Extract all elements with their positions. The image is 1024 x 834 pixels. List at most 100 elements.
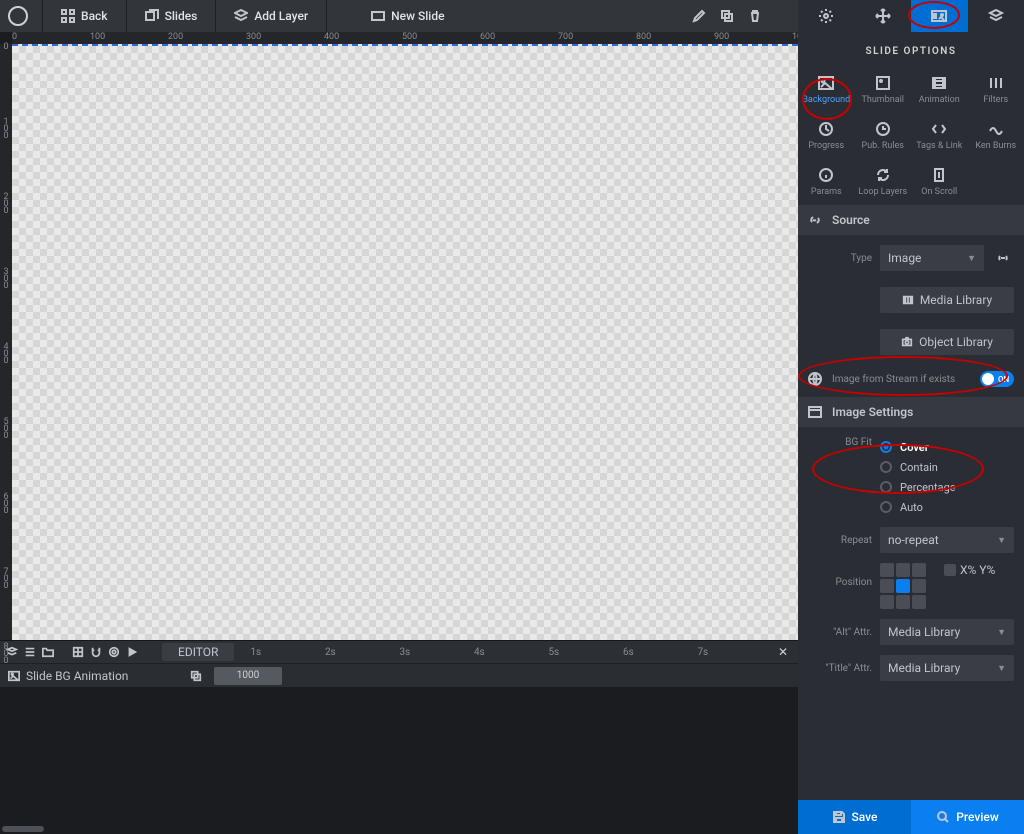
slide-icon <box>371 9 385 23</box>
grid-icon <box>61 9 75 23</box>
list-icon[interactable] <box>24 646 36 658</box>
bgfit-label: BG Fit <box>808 437 872 448</box>
opt-animation[interactable]: Animation <box>911 67 968 113</box>
magnet-icon[interactable] <box>90 646 102 658</box>
edit-icon[interactable] <box>692 9 706 23</box>
gear-icon <box>818 8 834 24</box>
grid-small-icon[interactable] <box>72 646 84 658</box>
opt-progress[interactable]: Progress <box>798 113 855 159</box>
bgfit-cover[interactable]: Cover <box>880 437 1014 457</box>
panel-title: SLIDE OPTIONS <box>798 32 1024 67</box>
thumbnail-icon <box>875 75 891 91</box>
opt-loop-layers[interactable]: Loop Layers <box>855 159 912 205</box>
opt-on-scroll[interactable]: On Scroll <box>911 159 968 205</box>
title-attr-label: "Title" Attr. <box>808 663 872 674</box>
new-slide-button[interactable]: New Slide <box>367 9 448 23</box>
search-icon <box>936 810 950 824</box>
editor-label[interactable]: EDITOR <box>162 643 234 661</box>
right-panel: SLIDE OPTIONS Background Thumbnail Anima… <box>798 32 1024 834</box>
chain-icon[interactable] <box>992 251 1014 265</box>
time-ruler: 1s2s3s4s5s6s7s <box>240 647 772 658</box>
layer-row[interactable]: Slide BG Animation 1000 <box>0 663 798 687</box>
opt-thumbnail[interactable]: Thumbnail <box>855 67 912 113</box>
sliders-icon <box>988 75 1004 91</box>
stream-label: Image from Stream if exists <box>832 374 955 385</box>
ruler-horizontal: 01002003004005006007008009001000 <box>12 32 798 44</box>
bgfit-contain[interactable]: Contain <box>880 457 1014 477</box>
layer-name: Slide BG Animation <box>26 669 128 683</box>
layer-image-icon <box>8 670 20 682</box>
image-settings-header[interactable]: Image Settings <box>798 397 1024 427</box>
opt-filters[interactable]: Filters <box>968 67 1024 113</box>
bgfit-auto[interactable]: Auto <box>880 497 1014 517</box>
animation-bar[interactable]: 1000 <box>214 667 282 685</box>
canvas-wrap: 01002003004005006007008009001000 0100200… <box>0 32 798 640</box>
library-icon <box>902 294 914 306</box>
opt-background[interactable]: Background <box>798 67 855 113</box>
alt-label: "Alt" Attr. <box>808 627 872 638</box>
folder-icon[interactable] <box>42 646 54 658</box>
image-settings-body: BG Fit Cover Contain Percentage Auto Rep… <box>798 427 1024 691</box>
image-settings-icon <box>808 405 822 419</box>
back-button[interactable]: Back <box>57 9 112 23</box>
type-select[interactable]: Image▼ <box>880 245 984 271</box>
repeat-select[interactable]: no-repeat▼ <box>880 527 1014 553</box>
image-slide-icon <box>931 8 947 24</box>
layers-icon <box>988 8 1004 24</box>
play-icon[interactable] <box>126 646 138 658</box>
close-timeline-icon[interactable]: ✕ <box>778 645 788 659</box>
wordpress-logo-icon[interactable] <box>8 6 28 26</box>
opt-tags-link[interactable]: Tags & Link <box>911 113 968 159</box>
move-icon <box>875 8 891 24</box>
preview-button[interactable]: Preview <box>911 800 1024 834</box>
add-layer-button[interactable]: Add Layer <box>230 9 312 23</box>
loop-icon <box>875 167 891 183</box>
scroll-icon <box>931 167 947 183</box>
slides-button[interactable]: Slides <box>141 9 202 23</box>
position-grid[interactable] <box>880 563 926 609</box>
repeat-label: Repeat <box>808 535 872 546</box>
slide-canvas[interactable] <box>12 44 798 640</box>
timeline-toolbar: EDITOR 1s2s3s4s5s6s7s ✕ <box>0 641 798 663</box>
tab-navigation[interactable] <box>855 0 912 32</box>
opt-pub-rules[interactable]: Pub. Rules <box>855 113 912 159</box>
new-slide-label: New Slide <box>391 9 444 23</box>
slide-options-grid: Background Thumbnail Animation Filters P… <box>798 67 1024 205</box>
type-label: Type <box>808 253 872 264</box>
main-area: 01002003004005006007008009001000 0100200… <box>0 32 798 834</box>
clock-icon <box>818 121 834 137</box>
object-library-button[interactable]: Object Library <box>880 329 1014 355</box>
source-header[interactable]: Source <box>798 205 1024 235</box>
panel-footer: Save Preview <box>798 800 1024 834</box>
delete-icon[interactable] <box>748 9 762 23</box>
bgfit-percentage[interactable]: Percentage <box>880 477 1014 497</box>
source-body: Type Image▼ Media Library Object Library <box>798 235 1024 365</box>
opt-params[interactable]: Params <box>798 159 855 205</box>
layer-duplicate-icon[interactable] <box>190 670 202 682</box>
layers-add-icon <box>234 9 248 23</box>
xy-input[interactable]: X% Y% <box>944 563 995 577</box>
save-button[interactable]: Save <box>798 800 911 834</box>
add-layer-label: Add Layer <box>254 9 308 23</box>
image-icon <box>818 75 834 91</box>
back-label: Back <box>81 9 108 23</box>
opt-ken-burns[interactable]: Ken Burns <box>968 113 1024 159</box>
slides-label: Slides <box>165 9 198 23</box>
tab-layers[interactable] <box>968 0 1024 32</box>
right-tabs <box>798 0 1024 32</box>
info-icon <box>818 167 834 183</box>
title-select[interactable]: Media Library▼ <box>880 655 1014 681</box>
link-icon <box>808 213 822 227</box>
media-library-button[interactable]: Media Library <box>880 287 1014 313</box>
scrollbar-thumb[interactable] <box>2 826 44 832</box>
alt-select[interactable]: Media Library▼ <box>880 619 1014 645</box>
tab-settings[interactable] <box>798 0 855 32</box>
target-icon[interactable] <box>108 646 120 658</box>
schedule-icon <box>875 121 891 137</box>
globe-icon <box>808 372 822 386</box>
stream-toggle[interactable]: ON <box>980 371 1014 387</box>
save-icon <box>832 810 846 824</box>
film-icon <box>931 75 947 91</box>
tab-slide[interactable] <box>911 0 968 32</box>
duplicate-icon[interactable] <box>720 9 734 23</box>
